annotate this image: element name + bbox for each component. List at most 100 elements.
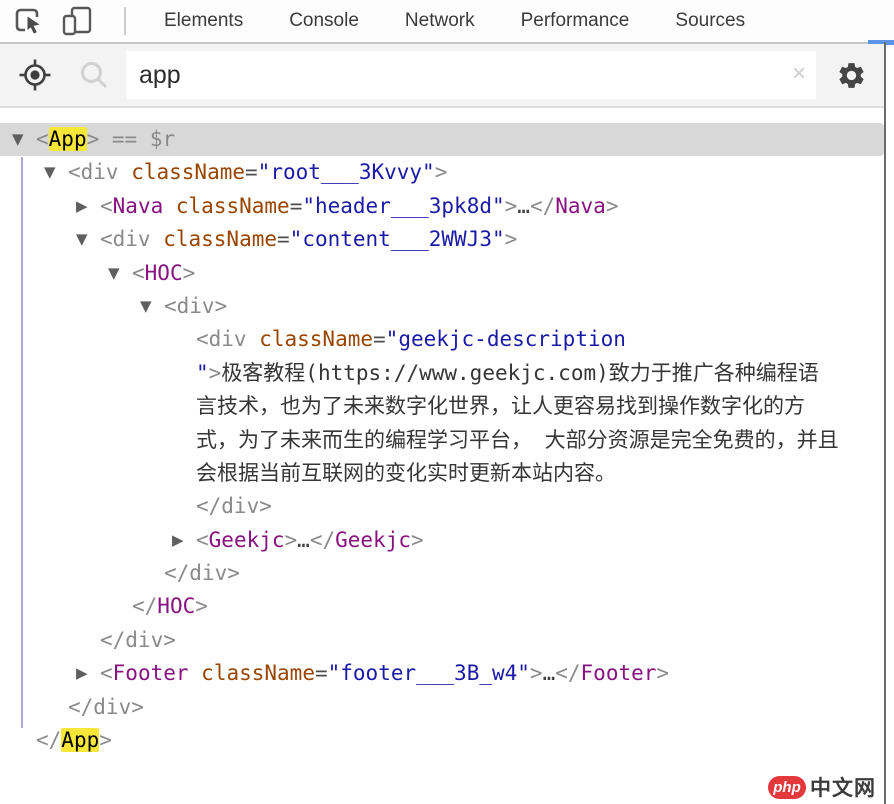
code-span: > bbox=[183, 261, 196, 285]
expand-arrow-icon[interactable]: ▶ bbox=[172, 524, 184, 557]
code-span: </div> bbox=[164, 561, 240, 585]
tree-row[interactable]: ▼<div className="root___3Kvvy"> bbox=[0, 156, 884, 189]
code-span: </ bbox=[310, 528, 335, 552]
tree-row[interactable]: 会根据当前互联网的变化实时更新本站内容。 bbox=[0, 457, 884, 490]
collapse-arrow-icon[interactable]: ▼ bbox=[44, 156, 56, 189]
code-span: </ bbox=[132, 594, 157, 618]
code-span: HOC bbox=[157, 594, 195, 618]
code-span: </div> bbox=[100, 628, 176, 652]
collapse-arrow-icon[interactable]: ▼ bbox=[76, 223, 88, 256]
tab-performance[interactable]: Performance bbox=[521, 0, 630, 42]
tree-row[interactable]: ▼<div className="content___2WWJ3"> bbox=[0, 223, 884, 256]
search-input[interactable] bbox=[126, 51, 816, 99]
tab-console[interactable]: Console bbox=[289, 0, 359, 42]
code-span: App bbox=[49, 127, 87, 151]
tree-row[interactable]: </div> bbox=[0, 691, 884, 724]
code-span: Nava bbox=[113, 194, 164, 218]
code-span: HOC bbox=[145, 261, 183, 285]
tree-row[interactable]: ">极客教程(https://www.geekjc.com)致力于推广各种编程语 bbox=[0, 357, 884, 390]
code-span: > bbox=[656, 661, 669, 685]
code-span: < bbox=[196, 528, 209, 552]
code-span: > bbox=[505, 194, 518, 218]
code-span: className bbox=[259, 327, 373, 351]
tree-row[interactable]: 式，为了未来而生的编程学习平台， 大部分资源是完全免费的，并且 bbox=[0, 424, 884, 457]
code-span: > bbox=[87, 127, 100, 151]
clear-search-icon[interactable]: × bbox=[792, 62, 806, 86]
tree-row[interactable]: 言技术，也为了未来数字化世界，让人更容易找到操作数字化的方 bbox=[0, 390, 884, 423]
code-span: "header___3pk8d" bbox=[302, 194, 504, 218]
tree-row[interactable]: ▼<App> == $r bbox=[0, 123, 884, 156]
tab-bar-icons bbox=[0, 5, 126, 37]
component-tree: ▼<App> == $r▼<div className="root___3Kvv… bbox=[0, 110, 884, 804]
tab-network[interactable]: Network bbox=[405, 0, 475, 42]
code-span bbox=[99, 127, 112, 151]
code-span: className bbox=[176, 194, 290, 218]
code-span: > bbox=[285, 528, 298, 552]
code-span: </div> bbox=[196, 494, 272, 518]
collapse-arrow-icon[interactable]: ▼ bbox=[140, 290, 152, 323]
watermark-label: 中文网 bbox=[810, 772, 876, 802]
code-span: Footer bbox=[113, 661, 189, 685]
code-span: Geekjc bbox=[335, 528, 411, 552]
code-span: … bbox=[297, 528, 310, 552]
tree-row[interactable]: </div> bbox=[0, 624, 884, 657]
code-span: < bbox=[100, 661, 113, 685]
tree-row[interactable]: ▼ <HOC> bbox=[0, 257, 884, 290]
tree-row[interactable]: </App> bbox=[0, 724, 884, 757]
code-span: = bbox=[373, 327, 386, 351]
code-span: "geekjc-description bbox=[386, 327, 626, 351]
inspect-element-icon[interactable] bbox=[12, 5, 44, 37]
code-span: … bbox=[543, 661, 556, 685]
tree-row[interactable]: <div className="geekjc-description bbox=[0, 323, 884, 356]
devtools-tab-bar: Elements Console Network Performance Sources bbox=[0, 0, 894, 42]
tree-row[interactable]: ▼<div> bbox=[0, 290, 884, 323]
code-span: 式，为了未来而生的编程学习平台， 大部分资源是完全免费的，并且 bbox=[196, 428, 839, 452]
code-span: Geekjc bbox=[209, 528, 285, 552]
code-span: className bbox=[163, 227, 277, 251]
tree-row[interactable]: ▶<Geekjc>…</Geekjc> bbox=[0, 524, 884, 557]
code-span: = bbox=[277, 227, 290, 251]
toolbar-separator bbox=[124, 7, 126, 35]
code-span bbox=[189, 661, 202, 685]
expand-arrow-icon[interactable]: ▶ bbox=[76, 657, 88, 690]
code-span: "root___3Kvvy" bbox=[258, 160, 435, 184]
tree-row[interactable]: </HOC> bbox=[0, 590, 884, 623]
code-span: </ bbox=[555, 661, 580, 685]
code-span: <div bbox=[196, 327, 259, 351]
collapse-arrow-icon[interactable]: ▼ bbox=[108, 257, 120, 290]
tree-row[interactable]: </div> bbox=[0, 490, 884, 523]
tree-row[interactable]: ▶<Nava className="header___3pk8d">…</Nav… bbox=[0, 190, 884, 223]
code-span: </div> bbox=[68, 695, 144, 719]
expand-arrow-icon[interactable]: ▶ bbox=[76, 190, 88, 223]
tree-row[interactable]: </div> bbox=[0, 557, 884, 590]
code-span: > bbox=[195, 594, 208, 618]
code-span: " bbox=[196, 361, 209, 385]
react-devtools-toolbar: × bbox=[0, 44, 886, 108]
devtools-tabs: Elements Console Network Performance Sources bbox=[164, 0, 745, 42]
device-toolbar-icon[interactable] bbox=[60, 5, 94, 37]
code-span: > bbox=[99, 728, 112, 752]
code-span: … bbox=[517, 194, 530, 218]
code-span bbox=[163, 194, 176, 218]
code-span: 会根据当前互联网的变化实时更新本站内容。 bbox=[196, 461, 616, 485]
code-span: < bbox=[132, 261, 145, 285]
code-span: </ bbox=[36, 728, 61, 752]
tree-row[interactable]: ▶<Footer className="footer___3B_w4">…</F… bbox=[0, 657, 884, 690]
tab-elements[interactable]: Elements bbox=[164, 0, 243, 42]
collapse-arrow-icon[interactable]: ▼ bbox=[12, 123, 24, 156]
code-span: <div bbox=[100, 227, 163, 251]
code-span: App bbox=[61, 728, 99, 752]
code-span: == $r bbox=[112, 127, 175, 151]
code-span: > bbox=[505, 227, 518, 251]
code-span: Nava bbox=[555, 194, 606, 218]
settings-gear-icon[interactable] bbox=[836, 60, 867, 91]
code-span: 言技术，也为了未来数字化世界，让人更容易找到操作数字化的方 bbox=[196, 394, 805, 418]
select-element-target-icon[interactable] bbox=[18, 58, 52, 92]
code-span: </ bbox=[530, 194, 555, 218]
php-logo-badge: php bbox=[768, 776, 806, 799]
code-span: > bbox=[209, 361, 222, 385]
code-span: > bbox=[435, 160, 448, 184]
search-box: × bbox=[126, 51, 816, 99]
tab-sources[interactable]: Sources bbox=[675, 0, 745, 42]
code-span: 极客教程(https://www.geekjc.com)致力于推广各种编程语 bbox=[221, 361, 818, 385]
